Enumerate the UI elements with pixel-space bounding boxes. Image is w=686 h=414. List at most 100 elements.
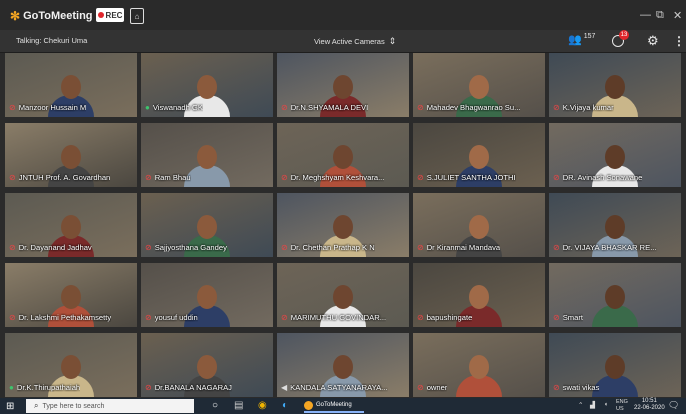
participant-name: Ram Bhau <box>154 173 191 182</box>
attendees-button[interactable]: 👥 157 <box>568 33 595 46</box>
participant-face <box>61 215 81 239</box>
participant-face <box>333 145 353 169</box>
participant-label: ⊘ Smart <box>549 311 681 324</box>
participant-tile[interactable]: ◀ KANDALA SATYANARAYA... <box>277 333 409 397</box>
close-button[interactable]: ✕ <box>673 9 682 22</box>
participant-face <box>605 145 625 169</box>
participant-tile[interactable]: ⊘ Dr. VIJAYA BHASKAR RE... <box>549 193 681 257</box>
participant-face <box>61 285 81 309</box>
participant-label: ⊘ JNTUH Prof. A. Govardhan <box>5 171 137 184</box>
tray-chevron-icon[interactable]: ⌃ <box>578 401 583 409</box>
participant-label: ⊘ Dr.N.SHYAMALA DEVI <box>277 101 409 114</box>
edge-icon[interactable]: ◐ <box>282 400 288 411</box>
participant-tile[interactable]: ⊘ Ram Bhau <box>141 123 273 187</box>
participant-tile[interactable]: ⊘ MARIMUTHU GOVINDAR... <box>277 263 409 327</box>
gear-icon[interactable]: ⚙ <box>647 33 659 49</box>
participant-face <box>469 285 489 309</box>
notifications-icon[interactable]: 🗨 <box>668 400 679 411</box>
participant-face <box>61 145 81 169</box>
participant-tile[interactable]: ⊘ Dr.BANALA NAGARAJ <box>141 333 273 397</box>
participant-label: ⊘ yousuf uddin <box>141 311 273 324</box>
participant-tile[interactable]: ⊘ Dr.N.SHYAMALA DEVI <box>277 53 409 117</box>
participant-name: MARIMUTHU GOVINDAR... <box>290 313 387 322</box>
sort-arrows-icon: ⇕ <box>388 36 397 46</box>
participant-face <box>333 285 353 309</box>
participant-face <box>197 215 217 239</box>
participant-label: ⊘ Dr. Dayanand Jadhav <box>5 241 137 254</box>
participant-tile[interactable]: ⊘ owner <box>413 333 545 397</box>
mic-muted-icon: ⊘ <box>281 312 288 322</box>
participant-tile[interactable]: ● Viswanadh GK <box>141 53 273 117</box>
participant-tile[interactable]: ⊘ Smart <box>549 263 681 327</box>
participant-label: ⊘ swati vikas <box>549 381 681 394</box>
chat-button[interactable]: 13 <box>612 30 629 47</box>
participant-tile[interactable]: ⊘ yousuf uddin <box>141 263 273 327</box>
participant-tile[interactable]: ⊘ Dr. Chethan Prathap K N <box>277 193 409 257</box>
mic-muted-icon: ⊘ <box>145 382 152 392</box>
mic-muted-icon: ⊘ <box>417 172 424 182</box>
participant-label: ⊘ Dr. Chethan Prathap K N <box>277 241 409 254</box>
participant-label: ⊘ Manzoor Hussain M <box>5 101 137 114</box>
participant-tile[interactable]: ⊘ Manzoor Hussain M <box>5 53 137 117</box>
chrome-icon[interactable]: ◉ <box>258 400 267 411</box>
minimize-button[interactable]: — <box>640 9 651 21</box>
participant-tile[interactable]: ⊘ Dr. Dayanand Jadhav <box>5 193 137 257</box>
language-indicator[interactable]: ENG US <box>616 399 628 413</box>
participant-name: JNTUH Prof. A. Govardhan <box>18 173 111 182</box>
participant-tile[interactable]: ⊘ K.Vijaya kumar <box>549 53 681 117</box>
restore-button[interactable]: ⧉ <box>656 9 664 22</box>
record-button[interactable]: REC <box>96 8 124 22</box>
webcam-grid: ⊘ Manzoor Hussain M ● Viswanadh GK ⊘ Dr.N.SHY… <box>5 53 681 397</box>
attendee-count: 157 <box>583 33 596 41</box>
participant-label: ⊘ S.JULIET SANTHA JOTHI <box>413 171 545 184</box>
participant-tile[interactable]: ● Dr.K.Thirupathaiah <box>5 333 137 397</box>
gotomeeting-logo[interactable]: ✻ GoToMeeting ▼ <box>10 9 105 23</box>
view-cameras-label: View Active Cameras <box>314 37 385 46</box>
clock-time: 10:51 <box>641 398 657 404</box>
participant-name: Mahadev Bhagwanrao Su... <box>426 103 521 112</box>
taskbar-clock[interactable]: 10:51 22-06-2020 <box>634 398 665 412</box>
participant-tile[interactable]: ⊘ swati vikas <box>549 333 681 397</box>
mic-muted-icon: ⊘ <box>145 242 152 252</box>
windows-start-icon[interactable]: ⊞ <box>6 401 14 412</box>
people-icon: 👥 <box>568 34 582 46</box>
participant-name: Dr.K.Thirupathaiah <box>16 383 81 392</box>
task-view-icon[interactable]: ○ <box>212 400 218 411</box>
gotomeeting-taskbar-item[interactable]: GoToMeeting <box>304 399 364 413</box>
participant-face <box>197 75 217 99</box>
participant-tile[interactable]: ⊘ DR. Avinash Sonawane <box>549 123 681 187</box>
mic-icon: ● <box>145 102 150 112</box>
lock-icon[interactable]: ⌂ <box>130 8 144 24</box>
participant-tile[interactable]: ⊘ S.JULIET SANTHA JOTHI <box>413 123 545 187</box>
participant-face <box>197 355 217 379</box>
mic-muted-icon: ⊘ <box>553 172 560 182</box>
participant-tile[interactable]: ⊘ Dr. Lakshmi Pethakamsetty <box>5 263 137 327</box>
participant-tile[interactable]: ⊘ bapushingate <box>413 263 545 327</box>
search-placeholder: Type here to search <box>42 402 105 410</box>
network-icon[interactable]: ▟ <box>590 401 595 409</box>
mic-icon: ● <box>9 382 14 392</box>
participant-tile[interactable]: ⊘ Dr Kiranmai Mandava <box>413 193 545 257</box>
participant-face <box>605 355 625 379</box>
participant-name: Viswanadh GK <box>152 103 203 112</box>
participant-tile[interactable]: ⊘ Dr. Meghshyam Keshvara... <box>277 123 409 187</box>
participant-tile[interactable]: ⊘ JNTUH Prof. A. Govardhan <box>5 123 137 187</box>
view-active-cameras-dropdown[interactable]: View Active Cameras ⇕ <box>314 36 396 47</box>
participant-face <box>197 145 217 169</box>
record-label: REC <box>105 10 123 20</box>
more-options-icon[interactable]: ⋮ <box>673 34 685 48</box>
mic-muted-icon: ⊘ <box>281 172 288 182</box>
participant-tile[interactable]: ⊘ Sajjyosthana Gandey <box>141 193 273 257</box>
speaker-icon: ◀ <box>281 382 288 392</box>
participant-label: ⊘ Mahadev Bhagwanrao Su... <box>413 101 545 114</box>
volume-icon[interactable]: ◖ <box>604 401 608 408</box>
participant-face <box>469 145 489 169</box>
lang-label: ENG <box>616 399 628 405</box>
participant-label: ⊘ owner <box>413 381 545 394</box>
mic-muted-icon: ⊘ <box>553 102 560 112</box>
participant-label: ⊘ DR. Avinash Sonawane <box>549 171 681 184</box>
participant-label: ⊘ K.Vijaya kumar <box>549 101 681 114</box>
participant-tile[interactable]: ⊘ Mahadev Bhagwanrao Su... <box>413 53 545 117</box>
taskbar-search-input[interactable]: ⌕ Type here to search <box>26 399 194 413</box>
file-explorer-icon[interactable]: ▤ <box>234 400 243 411</box>
